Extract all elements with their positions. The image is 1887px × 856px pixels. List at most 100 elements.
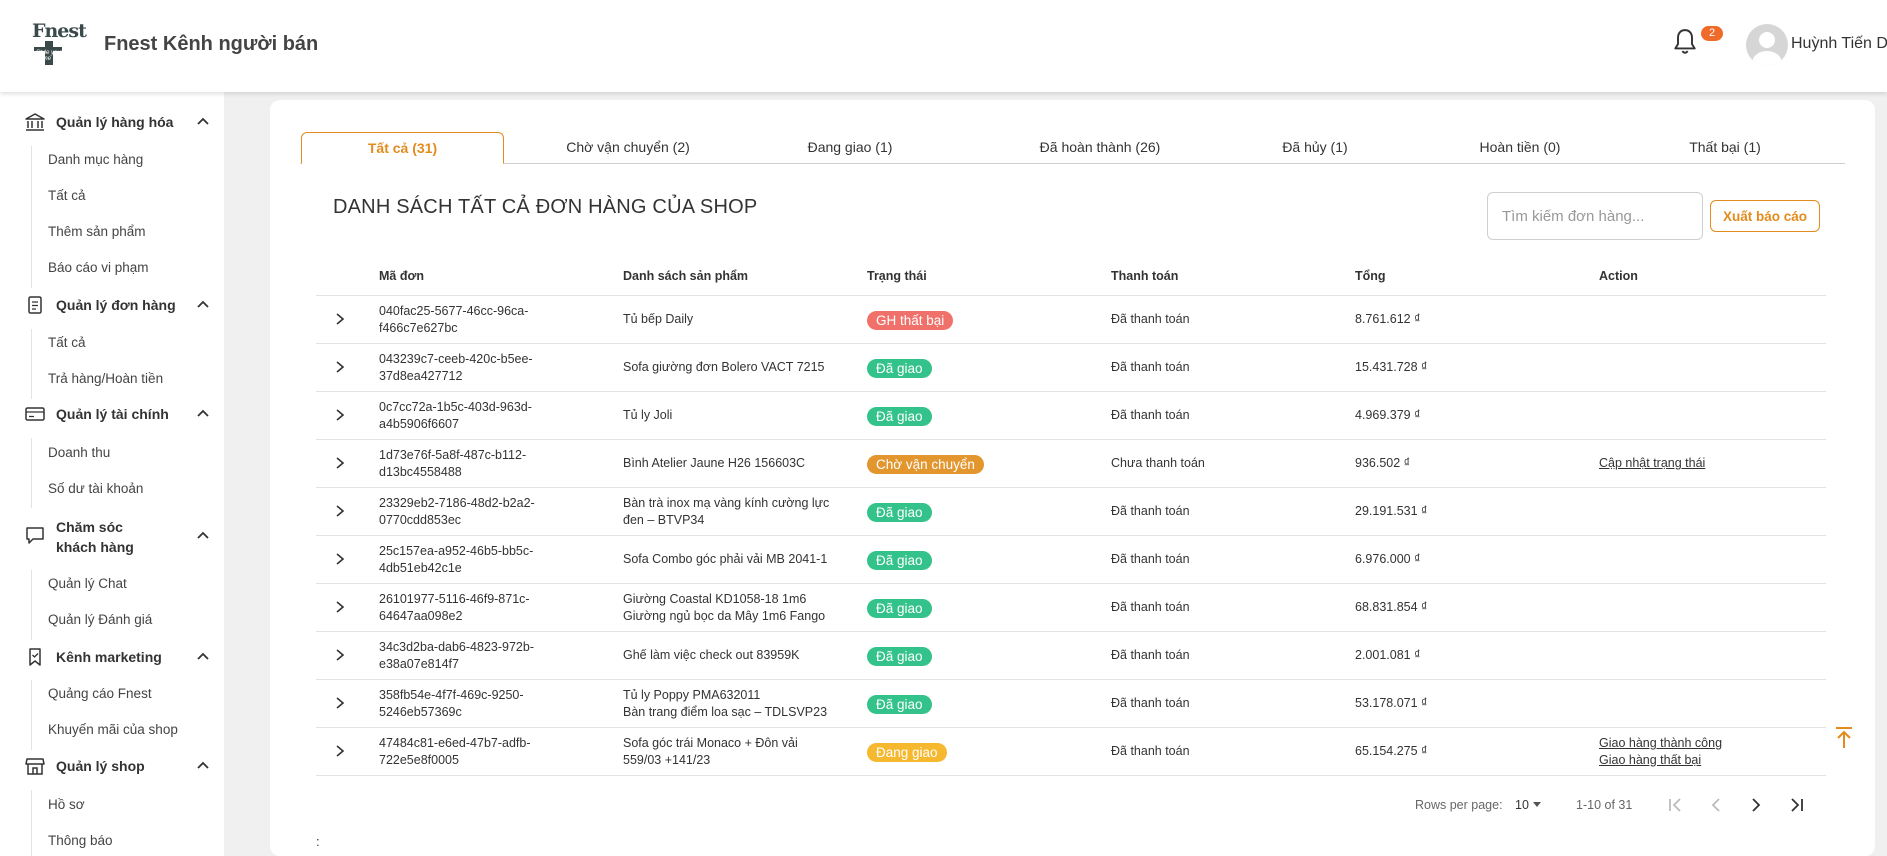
chevron-up-icon[interactable] bbox=[196, 529, 210, 543]
sidebar-item-promotions[interactable]: Khuyến mãi của shop bbox=[48, 722, 178, 737]
chevron-up-icon[interactable] bbox=[196, 650, 210, 664]
product-list: Tủ bếp Daily bbox=[623, 311, 853, 328]
tab-failed[interactable]: Thất bại (1) bbox=[1650, 132, 1800, 164]
product-name: Tủ ly Joli bbox=[623, 408, 673, 422]
column-header-order-id: Mã đơn bbox=[379, 269, 424, 283]
action-links: Cập nhật trạng thái bbox=[1599, 455, 1705, 472]
chevron-right-icon[interactable] bbox=[333, 408, 347, 422]
payment-status: Đã thanh toán bbox=[1111, 648, 1190, 662]
chevron-up-icon[interactable] bbox=[196, 298, 210, 312]
order-total: 2.001.081 ₫ bbox=[1355, 648, 1421, 662]
sidebar-item-revenue[interactable]: Doanh thu bbox=[48, 445, 110, 460]
status-badge: Đã giao bbox=[867, 647, 932, 666]
product-name: Bình Atelier Jaune H26 156603C bbox=[623, 456, 806, 470]
column-header-products: Danh sách sản phẩm bbox=[623, 269, 749, 283]
avatar[interactable] bbox=[1746, 24, 1788, 66]
next-page-icon[interactable] bbox=[1747, 796, 1765, 814]
sidebar-item-returns[interactable]: Trả hàng/Hoàn tiền bbox=[48, 371, 163, 386]
action-link[interactable]: Giao hàng thành công bbox=[1599, 735, 1722, 752]
sidebar-item-all-products[interactable]: Tất cả bbox=[48, 188, 86, 203]
bell-icon[interactable] bbox=[1672, 28, 1698, 56]
order-total: 29.191.531 ₫ bbox=[1355, 504, 1428, 518]
table-row[interactable]: 34c3d2ba-dab6-4823-972b- e38a07e814f7 Ghế… bbox=[316, 632, 1826, 680]
status-badge: Đã giao bbox=[867, 359, 932, 378]
sidebar-item-balance[interactable]: Số dư tài khoản bbox=[48, 481, 143, 496]
order-total: 65.154.275 ₫ bbox=[1355, 744, 1428, 758]
sidebar-item-chat[interactable]: Quản lý Chat bbox=[48, 576, 127, 591]
fnest-logo[interactable]: Fnest Style your home bbox=[32, 22, 87, 68]
sidebar-item-profile[interactable]: Hồ sơ bbox=[48, 797, 85, 812]
search-input[interactable] bbox=[1487, 192, 1703, 240]
table-row[interactable]: 47484c81-e6ed-47b7-adfb- 722e5e8f0005 Sof… bbox=[316, 728, 1826, 776]
chevron-up-icon[interactable] bbox=[196, 115, 210, 129]
sidebar-group-shop[interactable]: Quản lý shop bbox=[24, 756, 214, 776]
previous-page-icon[interactable] bbox=[1707, 796, 1725, 814]
chevron-up-icon[interactable] bbox=[196, 759, 210, 773]
sidebar-item-categories[interactable]: Danh mục hàng bbox=[48, 152, 143, 167]
tab-refunded[interactable]: Hoàn tiền (0) bbox=[1440, 132, 1600, 164]
table-row[interactable]: 0c7cc72a-1b5c-403d-963d- a4b5906f6607 Tủ … bbox=[316, 392, 1826, 440]
orders-table: Mã đơn Danh sách sản phẩm Trạng thái Tha… bbox=[316, 256, 1826, 776]
sidebar-item-fnest-ads[interactable]: Quảng cáo Fnest bbox=[48, 686, 152, 701]
last-page-icon[interactable] bbox=[1788, 796, 1806, 814]
tab-completed[interactable]: Đã hoàn thành (26) bbox=[1000, 132, 1200, 164]
sidebar-item-all-orders[interactable]: Tất cả bbox=[48, 335, 86, 350]
footer-text: : bbox=[316, 834, 320, 849]
table-row[interactable]: 1d73e76f-5a8f-487c-b112- d13bc4558488 Bìn… bbox=[316, 440, 1826, 488]
product-name: Sofa giường đơn Bolero VACT 7215 bbox=[623, 360, 825, 374]
chevron-right-icon[interactable] bbox=[333, 696, 347, 710]
sidebar-group-marketing[interactable]: Kênh marketing bbox=[24, 647, 214, 667]
order-id: 23329eb2-7186-48d2-b2a2- 0770cdd853ec bbox=[379, 495, 535, 528]
table-row[interactable]: 043239c7-ceeb-420c-b5ee- 37d8ea427712 Sof… bbox=[316, 344, 1826, 392]
chevron-right-icon[interactable] bbox=[333, 360, 347, 374]
chevron-right-icon[interactable] bbox=[333, 504, 347, 518]
sidebar-item-reviews[interactable]: Quản lý Đánh giá bbox=[48, 612, 152, 627]
column-header-status: Trạng thái bbox=[867, 269, 927, 283]
column-header-payment: Thanh toán bbox=[1111, 269, 1179, 283]
user-name[interactable]: Huỳnh Tiến Dũng bbox=[1791, 35, 1887, 53]
tab-shipping[interactable]: Đang giao (1) bbox=[770, 132, 930, 164]
sidebar-group-products[interactable]: Quản lý hàng hóa bbox=[24, 112, 214, 132]
scroll-to-top-icon[interactable] bbox=[1833, 726, 1855, 750]
chevron-right-icon[interactable] bbox=[333, 744, 347, 758]
action-link[interactable]: Giao hàng thất bại bbox=[1599, 752, 1722, 769]
table-row[interactable]: 358fb54e-4f7f-469c-9250- 5246eb57369c Tủ … bbox=[316, 680, 1826, 728]
order-id-line: 0770cdd853ec bbox=[379, 512, 462, 527]
chevron-up-icon[interactable] bbox=[196, 407, 210, 421]
sidebar-group-orders[interactable]: Quản lý đơn hàng bbox=[24, 295, 214, 315]
order-id: 47484c81-e6ed-47b7-adfb- 722e5e8f0005 bbox=[379, 735, 531, 768]
chevron-right-icon[interactable] bbox=[333, 648, 347, 662]
chevron-right-icon[interactable] bbox=[333, 312, 347, 326]
table-row[interactable]: 040fac25-5677-46cc-96ca- f466c7e627bc Tủ … bbox=[316, 296, 1826, 344]
sidebar-group-title: Quản lý hàng hóa bbox=[56, 114, 174, 130]
rows-per-page-select[interactable]: 10 bbox=[1515, 798, 1529, 812]
tab-cancelled[interactable]: Đã hủy (1) bbox=[1240, 132, 1390, 164]
product-list: Sofa Combo góc phải vải MB 2041-1 bbox=[623, 551, 853, 568]
status-badge: Đã giao bbox=[867, 503, 932, 522]
order-total: 68.831.854 ₫ bbox=[1355, 600, 1428, 614]
table-row[interactable]: 26101977-5116-46f9-871c- 64647aa098e2 Giư… bbox=[316, 584, 1826, 632]
sidebar-group-customer-care[interactable]: Chăm sóc khách hàng bbox=[24, 517, 214, 557]
table-row[interactable]: 25c157ea-a952-46b5-bb5c- 4db51eb42c1e Sof… bbox=[316, 536, 1826, 584]
sidebar-item-add-product[interactable]: Thêm sản phẩm bbox=[48, 224, 146, 239]
caret-down-icon[interactable] bbox=[1530, 797, 1544, 811]
order-id: 043239c7-ceeb-420c-b5ee- 37d8ea427712 bbox=[379, 351, 533, 384]
order-id-line: d13bc4558488 bbox=[379, 464, 462, 479]
product-list: Tủ ly Poppy PMA632011 Bàn trang điểm loa … bbox=[623, 687, 853, 720]
sidebar-group-finance[interactable]: Quản lý tài chính bbox=[24, 404, 214, 424]
chevron-right-icon[interactable] bbox=[333, 456, 347, 470]
sidebar-group-title: Chăm sóc khách hàng bbox=[56, 519, 134, 555]
action-link[interactable]: Cập nhật trạng thái bbox=[1599, 455, 1705, 472]
sidebar-item-notifications[interactable]: Thông báo bbox=[48, 833, 113, 848]
payment-status: Đã thanh toán bbox=[1111, 504, 1190, 518]
tab-awaiting-shipment[interactable]: Chờ vận chuyển (2) bbox=[533, 132, 723, 164]
chevron-right-icon[interactable] bbox=[333, 552, 347, 566]
order-total: 4.969.379 ₫ bbox=[1355, 408, 1421, 422]
tab-all[interactable]: Tất cả (31) bbox=[301, 132, 504, 164]
status-badge: Chờ vận chuyển bbox=[867, 455, 984, 474]
sidebar-item-violations[interactable]: Báo cáo vi phạm bbox=[48, 260, 149, 275]
export-report-button[interactable]: Xuất báo cáo bbox=[1710, 200, 1820, 232]
chevron-right-icon[interactable] bbox=[333, 600, 347, 614]
first-page-icon[interactable] bbox=[1666, 796, 1684, 814]
table-row[interactable]: 23329eb2-7186-48d2-b2a2- 0770cdd853ec Bàn… bbox=[316, 488, 1826, 536]
